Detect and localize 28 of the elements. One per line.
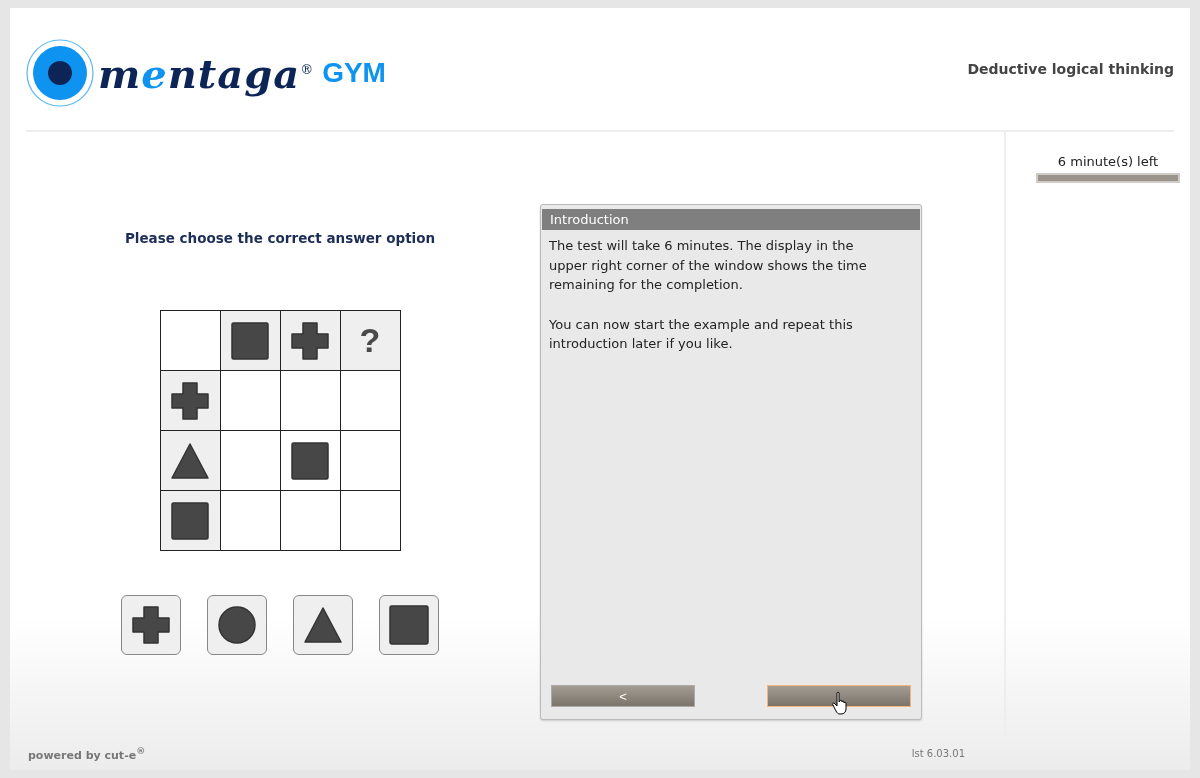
time-remaining-text: 6 minute(s) left xyxy=(1057,154,1159,169)
answer-option[interactable] xyxy=(121,595,181,655)
version-text: lst 6.03.01 xyxy=(911,747,965,759)
cross-icon xyxy=(291,321,329,360)
target-logo-icon xyxy=(26,39,94,107)
logo-wordmark: mentaga$^{®}$ xyxy=(98,49,315,97)
square-icon xyxy=(231,321,269,360)
circle-icon xyxy=(218,606,256,644)
dialog-paragraph: The test will take 6 minutes. The display in the upper right corner of the window shows the time remaining for the completion. xyxy=(549,237,868,294)
cross-icon xyxy=(132,606,170,644)
triangle-icon xyxy=(304,607,342,643)
answer-option[interactable] xyxy=(207,595,267,655)
answer-option[interactable] xyxy=(293,595,353,655)
square-icon xyxy=(171,501,209,540)
triangle-icon xyxy=(171,442,209,479)
dialog-title: Introduction xyxy=(542,209,920,230)
dialog-paragraph: You can now start the example and repeat this introduction later if you like. xyxy=(549,315,854,353)
next-button[interactable] xyxy=(767,685,911,707)
square-icon xyxy=(291,441,329,480)
cross-icon xyxy=(171,381,209,420)
test-name: Deductive logical thinking xyxy=(967,61,1174,77)
logo-suffix: GYM xyxy=(322,57,386,89)
back-button[interactable]: < xyxy=(551,685,695,707)
answer-option[interactable] xyxy=(379,595,439,655)
instruction-text: Please choose the correct answer option xyxy=(124,230,436,246)
question-mark: ? xyxy=(359,321,381,360)
powered-by-text: powered by cut-e$^{®}$ xyxy=(28,744,146,762)
square-icon xyxy=(389,605,429,645)
